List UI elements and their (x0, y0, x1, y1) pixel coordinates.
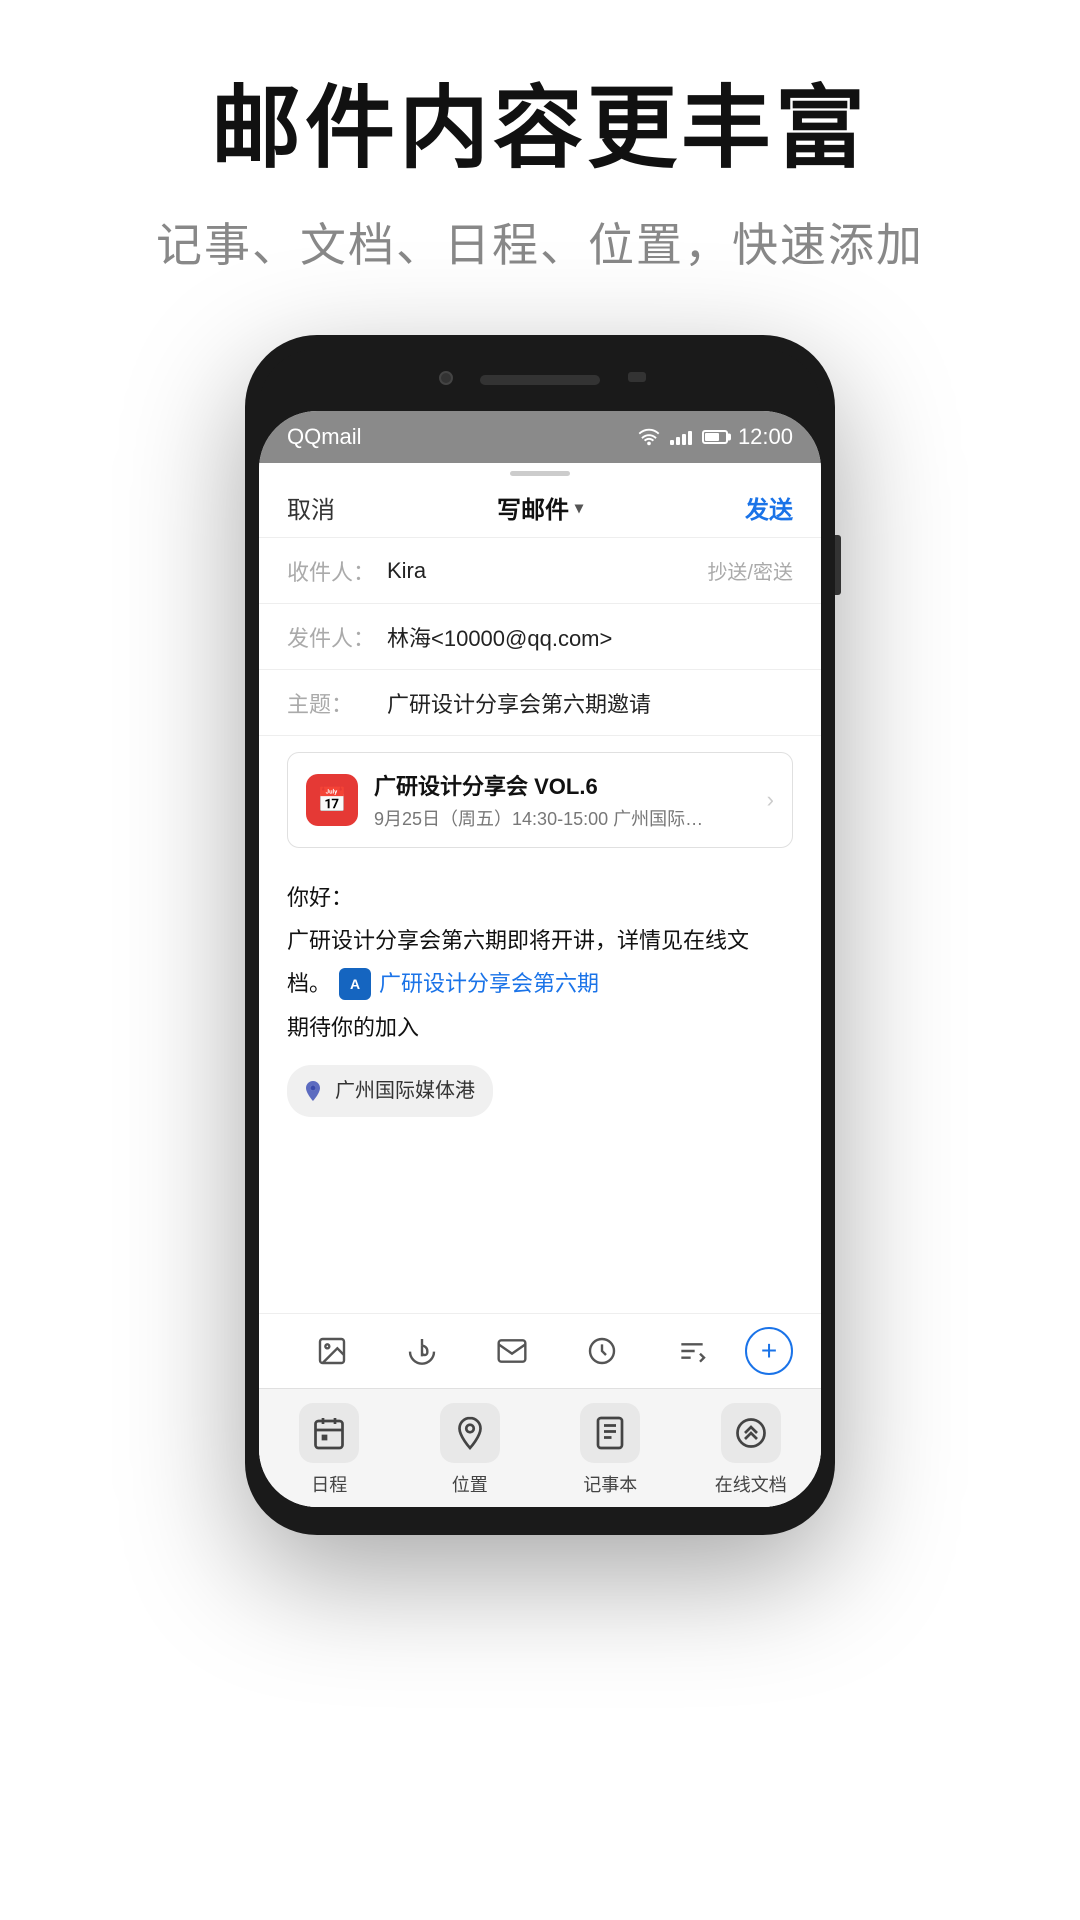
phone-notch (259, 349, 821, 409)
compose-title: 写邮件 ▾ (497, 490, 583, 525)
to-label: 收件人： (287, 555, 387, 587)
chevron-down-icon: ▾ (575, 498, 583, 518)
status-icons: 12:00 (638, 424, 793, 450)
email-closing: 期待你的加入 (287, 1010, 793, 1045)
bottom-action-bar: 日程 位置 (259, 1388, 821, 1507)
action-doc-label: 在线文档 (715, 1471, 787, 1497)
phone-outer: QQmail (245, 335, 835, 1535)
attachment-button[interactable] (377, 1326, 467, 1376)
calendar-chevron-icon: › (767, 787, 774, 813)
calendar-action-icon (311, 1415, 347, 1451)
doc-icon: A (339, 968, 371, 1000)
action-notes-icon-wrap (580, 1403, 640, 1463)
mail-button[interactable] (467, 1326, 557, 1376)
from-field: 发件人： 林海<10000@qq.com> (259, 604, 821, 670)
hero-section: 邮件内容更丰富 记事、文档、日程、位置，快速添加 (0, 0, 1080, 315)
location-action-icon (452, 1415, 488, 1451)
swipe-handle (510, 471, 570, 476)
action-location[interactable]: 位置 (400, 1403, 541, 1497)
action-location-label: 位置 (452, 1471, 488, 1497)
image-button[interactable] (287, 1326, 377, 1376)
send-button[interactable]: 发送 (745, 490, 793, 525)
from-value: 林海<10000@qq.com> (387, 621, 793, 653)
to-value[interactable]: Kira (387, 558, 707, 584)
to-field[interactable]: 收件人： Kira 抄送/密送 (259, 538, 821, 604)
cc-bcc-button[interactable]: 抄送/密送 (707, 556, 793, 585)
calendar-title: 广研设计分享会 VOL.6 (374, 769, 751, 801)
email-body[interactable]: 你好： 广研设计分享会第六期即将开讲，详情见在线文 档。 A 广研设计分享会第六… (259, 864, 821, 1313)
compose-toolbar: 取消 写邮件 ▾ 发送 (259, 480, 821, 538)
action-doc-icon-wrap (721, 1403, 781, 1463)
email-doc-line: 档。 A 广研设计分享会第六期 (287, 966, 793, 1001)
email-body-line1: 广研设计分享会第六期即将开讲，详情见在线文 (287, 923, 793, 958)
action-calendar[interactable]: 日程 (259, 1403, 400, 1497)
calendar-detail: 9月25日（周五）14:30-15:00 广州国际… (374, 805, 751, 831)
status-time: 12:00 (738, 424, 793, 450)
phone-screen: QQmail (259, 411, 821, 1507)
action-calendar-label: 日程 (311, 1471, 347, 1497)
calendar-info: 广研设计分享会 VOL.6 9月25日（周五）14:30-15:00 广州国际… (374, 769, 751, 831)
cancel-button[interactable]: 取消 (287, 490, 335, 525)
subject-field[interactable]: 主题： 广研设计分享会第六期邀请 (259, 670, 821, 736)
location-label: 广州国际媒体港 (335, 1075, 475, 1107)
calendar-icon: 📅 (306, 774, 358, 826)
action-online-doc[interactable]: 在线文档 (681, 1403, 822, 1497)
status-app-name: QQmail (287, 424, 362, 450)
email-greeting: 你好： (287, 880, 793, 915)
status-bar: QQmail (259, 411, 821, 463)
hero-title: 邮件内容更丰富 (60, 80, 1020, 179)
from-label: 发件人： (287, 621, 387, 653)
calendar-attachment[interactable]: 📅 广研设计分享会 VOL.6 9月25日（周五）14:30-15:00 广州国… (287, 752, 793, 848)
phone-mockup: QQmail (0, 315, 1080, 1535)
subject-value[interactable]: 广研设计分享会第六期邀请 (387, 687, 793, 719)
add-button[interactable]: + (745, 1327, 793, 1375)
action-notes-label: 记事本 (583, 1471, 637, 1497)
action-notes[interactable]: 记事本 (540, 1403, 681, 1497)
location-pin-icon (299, 1077, 327, 1105)
location-chip[interactable]: 广州国际媒体港 (287, 1065, 493, 1117)
email-compose-screen: 取消 写邮件 ▾ 发送 收件人： Kira 抄送/密送 发件人： 林海<10 (259, 463, 821, 1507)
wifi-icon (638, 428, 660, 446)
subject-label: 主题： (287, 687, 387, 719)
signal-icon (670, 429, 692, 445)
clock-button[interactable] (557, 1326, 647, 1376)
phone-camera (439, 371, 453, 385)
bottom-icon-bar: + (259, 1313, 821, 1388)
action-location-icon-wrap (440, 1403, 500, 1463)
battery-icon (702, 430, 728, 444)
hero-subtitle: 记事、文档、日程、位置，快速添加 (60, 209, 1020, 275)
doc-link[interactable]: 广研设计分享会第六期 (379, 966, 599, 1001)
notes-action-icon (592, 1415, 628, 1451)
text-format-button[interactable] (647, 1326, 737, 1376)
phone-speaker (480, 375, 600, 385)
online-doc-action-icon (733, 1415, 769, 1451)
action-calendar-icon-wrap (299, 1403, 359, 1463)
phone-side-button (835, 535, 841, 595)
phone-sensor (628, 372, 646, 382)
